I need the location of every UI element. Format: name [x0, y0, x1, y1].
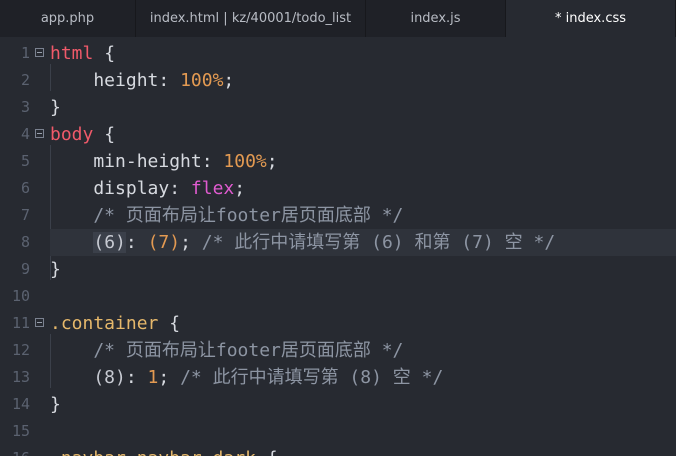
code-line[interactable]: 4 body {	[0, 121, 676, 148]
code-text: .navbar.navbar-dark {	[50, 445, 278, 456]
code-token: /* 此行中请填写第 (8) 空 */	[180, 367, 444, 388]
code-token: /* 此行中请填写第 (6) 和第 (7) 空 */	[201, 232, 556, 253]
code-token: 100%	[223, 151, 267, 172]
code-token: :	[125, 232, 148, 253]
code-text: /* 页面布局让footer居页面底部 */	[50, 337, 403, 364]
line-number: 7	[20, 206, 30, 224]
code-text: html {	[50, 40, 115, 67]
code-text: display: flex;	[50, 175, 245, 202]
code-line[interactable]: 3}	[0, 94, 676, 121]
code-token: :	[125, 367, 148, 388]
code-text: height: 100%;	[50, 67, 234, 94]
code-token: {	[158, 313, 181, 334]
line-number: 15	[11, 422, 30, 440]
code-token: /* 页面布局让footer居页面底部 */	[50, 205, 404, 226]
code-line[interactable]: 15	[0, 418, 676, 445]
code-token: html	[50, 43, 94, 64]
code-token: ;	[223, 70, 235, 91]
line-number: 11	[11, 314, 30, 332]
code-line[interactable]: 6 display: flex;	[0, 175, 676, 202]
code-token: (6)	[93, 232, 126, 253]
code-line[interactable]: 1 html {	[0, 40, 676, 67]
tab-bar: app.php index.html | kz/40001/todo_list …	[0, 0, 676, 37]
code-token: (8)	[50, 367, 126, 388]
code-line[interactable]: 5 min-height: 100%;	[0, 148, 676, 175]
line-number: 6	[20, 179, 30, 197]
code-token: ;	[266, 151, 278, 172]
tab-app-php[interactable]: app.php	[0, 0, 136, 37]
code-token: .navbar.navbar-dark	[50, 448, 256, 456]
code-token: ;	[180, 232, 202, 253]
code-token: flex	[190, 178, 235, 199]
code-token: {	[256, 448, 278, 456]
code-token: height	[50, 70, 159, 91]
code-token: 100%	[180, 70, 224, 91]
code-line[interactable]: 12 /* 页面布局让footer居页面底部 */	[0, 337, 676, 364]
code-line[interactable]: 16 .navbar.navbar-dark {	[0, 445, 676, 456]
line-number: 16	[0, 445, 30, 456]
line-number: 8	[20, 233, 30, 251]
line-number: 2	[20, 71, 30, 89]
code-token: }	[50, 394, 61, 415]
fold-toggle-icon[interactable]	[35, 318, 44, 327]
code-line[interactable]: 10	[0, 283, 676, 310]
line-number: 1	[20, 44, 30, 62]
code-token: }	[50, 259, 61, 280]
code-editor[interactable]: 1 html {2 height: 100%; 3} 4 body {5 min-hei…	[0, 37, 676, 456]
line-number: 4	[20, 125, 30, 143]
line-number: 14	[11, 395, 30, 413]
code-line[interactable]: 11 .container {	[0, 310, 676, 337]
code-line[interactable]: 14}	[0, 391, 676, 418]
tab-index-js[interactable]: index.js	[366, 0, 506, 37]
tab-index-css[interactable]: * index.css	[506, 0, 676, 37]
line-number: 10	[11, 287, 30, 305]
line-number: 3	[20, 98, 30, 116]
code-text: body {	[50, 121, 115, 148]
code-token: :	[169, 178, 191, 199]
code-line[interactable]: 2 height: 100%;	[0, 67, 676, 94]
code-text: (6): (7); /* 此行中请填写第 (6) 和第 (7) 空 */	[50, 229, 555, 256]
fold-toggle-icon[interactable]	[35, 48, 44, 57]
code-token: }	[50, 97, 61, 118]
code-text: .container {	[50, 310, 180, 337]
code-token: display	[50, 178, 170, 199]
code-text: min-height: 100%;	[50, 148, 278, 175]
code-token: body	[50, 124, 94, 145]
code-line[interactable]: 7 /* 页面布局让footer居页面底部 */	[0, 202, 676, 229]
code-text: }	[50, 391, 61, 418]
code-token: .container	[50, 313, 159, 334]
code-token: {	[93, 124, 116, 145]
line-number: 5	[20, 152, 30, 170]
code-token: ;	[158, 367, 181, 388]
code-text: (8): 1; /* 此行中请填写第 (8) 空 */	[50, 364, 443, 391]
code-token: :	[158, 70, 181, 91]
code-text: /* 页面布局让footer居页面底部 */	[50, 202, 403, 229]
code-text: }	[50, 94, 61, 121]
fold-toggle-icon[interactable]	[35, 129, 44, 138]
line-number: 13	[11, 368, 30, 386]
code-token: min-height	[50, 151, 202, 172]
code-token: ;	[234, 178, 246, 199]
code-token: (7)	[147, 232, 181, 253]
line-number: 12	[11, 341, 30, 359]
code-line[interactable]: 13 (8): 1; /* 此行中请填写第 (8) 空 */	[0, 364, 676, 391]
code-text: }	[50, 256, 61, 283]
code-token: {	[93, 43, 116, 64]
code-token: /* 页面布局让footer居页面底部 */	[50, 340, 404, 361]
tab-index-html[interactable]: index.html | kz/40001/todo_list	[136, 0, 366, 37]
code-line[interactable]: 9}	[0, 256, 676, 283]
code-token: 1	[147, 367, 159, 388]
code-line[interactable]: 8 (6): (7); /* 此行中请填写第 (6) 和第 (7) 空 */	[0, 229, 676, 256]
code-token: :	[201, 151, 224, 172]
line-number: 9	[20, 260, 30, 278]
